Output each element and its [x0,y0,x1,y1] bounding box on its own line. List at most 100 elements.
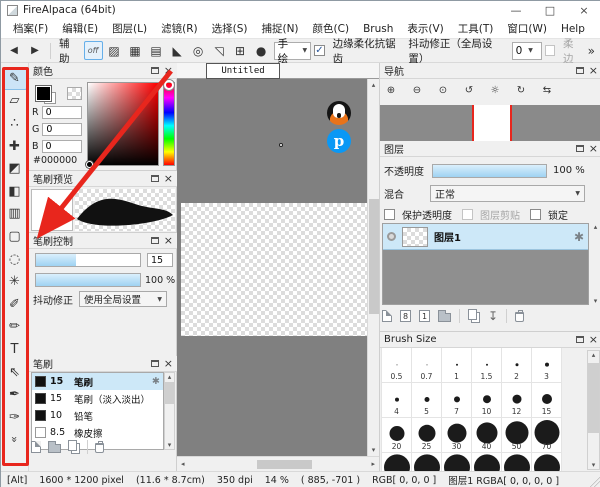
brush-size-cell[interactable] [442,453,472,472]
resize-grip[interactable] [590,477,600,487]
brush-size-cell[interactable]: 12 [502,383,532,418]
b-input[interactable] [42,140,82,153]
hue-cursor[interactable] [164,80,174,90]
new-layer-icon[interactable] [382,310,392,322]
foreground-color-swatch[interactable] [35,85,52,102]
rotate-cw-icon[interactable]: ↻ [512,81,530,99]
brush-size-cell[interactable]: 0.7 [412,348,442,383]
maximize-button[interactable]: □ [533,1,567,19]
prev-button[interactable]: ◀ [5,42,23,60]
draw-mode-select[interactable]: 手绘▼ [274,42,312,60]
float-panel-icon[interactable] [151,175,159,182]
brush-list-item[interactable]: 15 笔刷（淡入淡出） ✱ [32,390,163,407]
minimize-button[interactable]: — [499,1,533,19]
stabilizer-mode-select[interactable]: 使用全局设置▼ [79,291,167,307]
select-pen-tool[interactable]: ✐ [3,293,27,316]
toolbar-overflow-chevron[interactable]: » [588,44,595,58]
navigator-preview[interactable] [380,105,600,141]
brush-size-cell[interactable] [472,453,502,472]
menu-item[interactable]: 窗口(W) [501,19,553,38]
brush-size-cell[interactable]: 3 [532,348,562,383]
eraser-tool[interactable]: ▱ [3,90,27,113]
scroll-left-icon[interactable]: ◂ [181,460,185,468]
fill-rect-tool[interactable]: ◩ [3,157,27,180]
layer-row[interactable]: 图层1 ✱ [383,224,588,250]
text-tool[interactable]: T [3,338,27,361]
layer-visibility-icon[interactable] [387,232,396,241]
snap-curve-icon[interactable]: ◹ [210,41,229,60]
menu-item[interactable]: 图层(L) [106,19,153,38]
snap-parallel-icon[interactable]: ▨ [105,41,124,60]
gear-icon[interactable]: ✱ [574,230,584,244]
pixiv-logo[interactable]: p [327,129,351,153]
duplicate-layer-icon[interactable] [468,309,477,320]
float-panel-icon[interactable] [576,336,584,343]
scroll-up-icon[interactable]: ▴ [372,81,376,89]
brush-size-cell[interactable] [532,453,562,472]
scroll-up-icon[interactable]: ▴ [168,373,172,381]
brush-size-cell[interactable] [412,453,442,472]
canvas-viewport[interactable]: p [177,79,367,456]
clipping-checkbox[interactable] [462,209,473,220]
brush-size-cell[interactable]: 15 [532,383,562,418]
copy-brush-icon[interactable] [68,440,77,451]
menu-item[interactable]: 滤镜(R) [155,19,204,38]
snap-vanishing-icon[interactable]: ◣ [168,41,187,60]
close-icon[interactable]: × [589,143,598,154]
snap-horizontal-icon[interactable]: ▤ [147,41,166,60]
brush-size-cell[interactable]: 7 [442,383,472,418]
select-eraser-tool[interactable]: ✏ [3,316,27,339]
scroll-down-icon[interactable]: ▾ [592,461,596,469]
brush-list-item[interactable]: 10 铅笔 ✱ [32,407,163,424]
brush-size-cell[interactable]: 30 [442,418,472,453]
lasso-tool[interactable]: ◌ [3,248,27,271]
close-icon[interactable]: × [589,334,598,345]
soft-edge-checkbox[interactable] [545,45,555,56]
flip-icon[interactable]: ⇆ [538,81,556,99]
r-input[interactable] [42,106,82,119]
float-panel-icon[interactable] [151,67,159,74]
canvas-page[interactable] [181,203,367,336]
next-button[interactable]: ▶ [26,42,44,60]
brush-size-value[interactable]: 15 [147,253,173,267]
zoom-reset-icon[interactable]: ⊙ [434,81,452,99]
layer-list-scrollbar[interactable]: ▴ ▾ [590,223,600,305]
operation-tool[interactable]: ⇖ [3,361,27,384]
float-panel-icon[interactable] [576,145,584,152]
menu-item[interactable]: Help [555,21,591,37]
close-button[interactable]: × [567,1,600,19]
hue-slider[interactable] [163,82,175,166]
brush-size-cell[interactable] [382,453,412,472]
add-brush-icon[interactable] [31,441,41,453]
brush-size-cell[interactable]: 10 [472,383,502,418]
transparent-color-swatch[interactable] [67,87,82,100]
scroll-right-icon[interactable]: ▸ [371,460,375,468]
blend-mode-select[interactable]: 正常▼ [430,185,585,202]
expand-tools-chevron[interactable]: » [3,429,27,452]
brush-size-cell[interactable] [502,453,532,472]
brush-size-cell[interactable]: 1 [442,348,472,383]
zoom-out-icon[interactable]: ⊖ [408,81,426,99]
brush-size-cell[interactable]: 40 [472,418,502,453]
brush-size-cell[interactable]: 4 [382,383,412,418]
float-panel-icon[interactable] [151,237,159,244]
snap-off-button[interactable]: off [84,41,103,60]
gradient-tool[interactable]: ▥ [3,203,27,226]
delete-brush-icon[interactable] [95,443,104,453]
bucket-tool[interactable]: ◧ [3,180,27,203]
brush-opacity-slider[interactable] [35,273,141,287]
sv-cursor[interactable] [86,161,93,168]
canvas-vertical-scrollbar[interactable]: ▴ ▾ [367,79,379,456]
delete-layer-icon[interactable] [515,312,524,322]
merge-down-icon[interactable]: ↧ [488,309,498,323]
new-8bit-layer-icon[interactable]: 8 [400,310,411,322]
dropper-tool[interactable]: ✑ [3,406,27,429]
brush-list-item[interactable]: 15 笔刷 ✱ [32,373,163,390]
g-input[interactable] [42,123,82,136]
brush-size-cell[interactable]: 20 [382,418,412,453]
menu-item[interactable]: Brush [357,21,399,37]
brush-size-cell[interactable]: 50 [502,418,532,453]
dot-tool[interactable]: ∴ [3,112,27,135]
float-panel-icon[interactable] [151,360,159,367]
menu-item[interactable]: 选择(S) [206,19,254,38]
